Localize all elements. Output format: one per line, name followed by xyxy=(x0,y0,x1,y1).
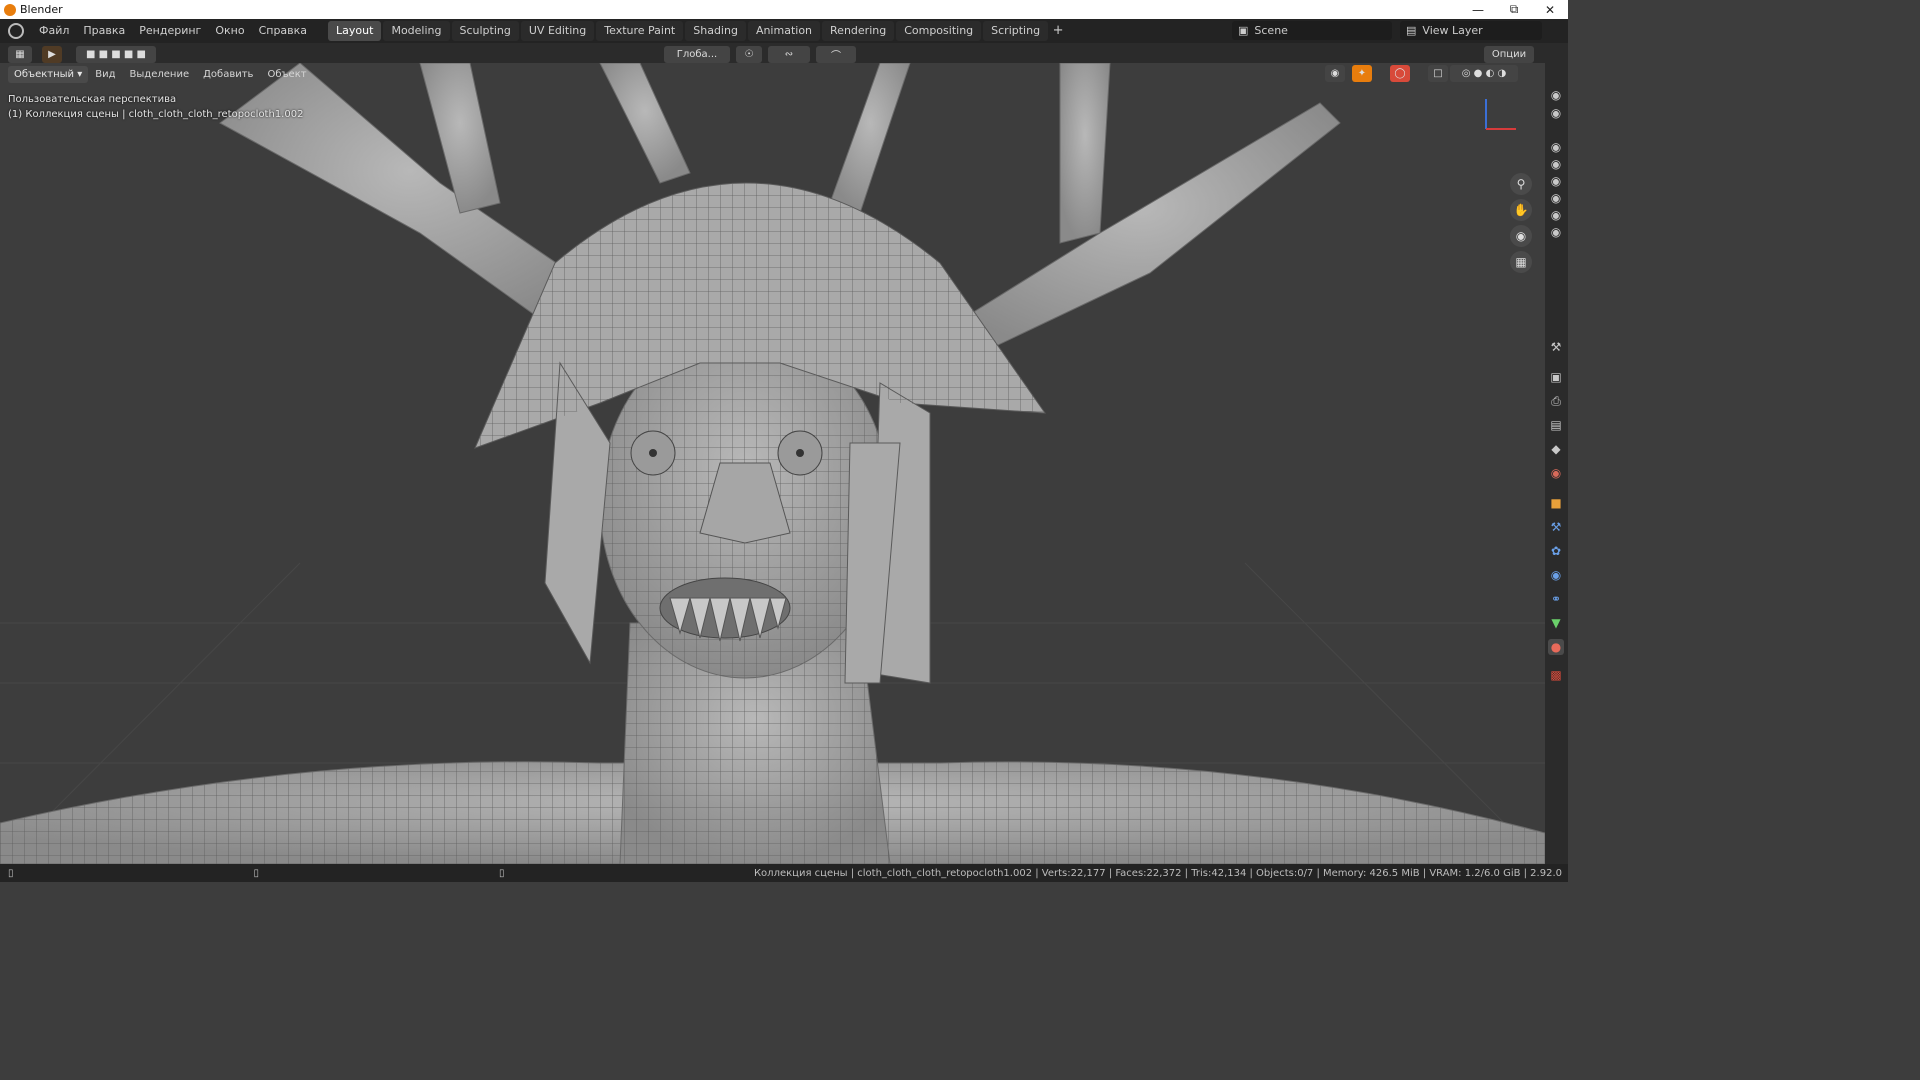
mouse-left-icon: ▯ xyxy=(8,867,14,879)
editor-type-icon[interactable]: ▦ xyxy=(8,46,32,63)
view-layer-icon[interactable]: ▤ xyxy=(1548,417,1564,433)
menu-add[interactable]: Добавить xyxy=(196,69,260,80)
object-icon[interactable]: ■ xyxy=(1548,495,1564,511)
menu-select[interactable]: Выделение xyxy=(123,69,197,80)
menu-help[interactable]: Справка xyxy=(252,19,314,43)
menu-file[interactable]: Файл xyxy=(32,19,76,43)
minimize-icon[interactable]: — xyxy=(1460,0,1496,19)
menu-render[interactable]: Рендеринг xyxy=(132,19,208,43)
right-antler xyxy=(939,102,1341,364)
tab-layout[interactable]: Layout xyxy=(328,21,382,41)
data-icon[interactable]: ▼ xyxy=(1548,615,1564,631)
zoom-icon[interactable]: ⚲ xyxy=(1510,173,1532,195)
center-antler-left xyxy=(599,63,691,184)
tab-uv-editing[interactable]: UV Editing xyxy=(520,21,595,41)
selection-mode-icons[interactable]: ■ ■ ■ ■ ■ xyxy=(76,46,156,63)
tab-sculpting[interactable]: Sculpting xyxy=(451,21,519,41)
pivot-point-icon[interactable]: ☉ xyxy=(736,46,762,63)
tab-texture-paint[interactable]: Texture Paint xyxy=(596,21,684,41)
tool-icon[interactable]: ⚒ xyxy=(1548,339,1564,355)
tool-header: ▦ ▶ ■ ■ ■ ■ ■ Глоба... ☉ ∾ ⌒ Опции xyxy=(0,43,1545,65)
view-layer-icon: ▤ xyxy=(1406,24,1417,37)
menu-window[interactable]: Окно xyxy=(208,19,251,43)
window-title: Blender xyxy=(20,3,63,16)
blender-menu-icon[interactable] xyxy=(8,23,24,39)
right-antler-branch xyxy=(1059,63,1111,244)
eye-icon[interactable]: ◉ xyxy=(1548,105,1564,121)
window-titlebar: Blender — ⧉ ✕ xyxy=(0,0,1568,19)
eye-icon[interactable]: ◉ xyxy=(1548,207,1564,223)
tab-compositing[interactable]: Compositing xyxy=(896,21,982,41)
particles-icon[interactable]: ✿ xyxy=(1548,543,1564,559)
workspace-tabs: Layout Modeling Sculpting UV Editing Tex… xyxy=(328,19,1066,43)
collection-label: (1) Коллекция сцены | cloth_cloth_cloth_… xyxy=(8,109,304,120)
blender-logo-icon xyxy=(4,3,16,16)
axis-gizmo-icon[interactable] xyxy=(1480,93,1520,133)
render-icon[interactable]: ▣ xyxy=(1548,369,1564,385)
snap-icon[interactable]: ∾ xyxy=(768,46,810,63)
close-icon[interactable]: ✕ xyxy=(1532,0,1568,19)
mouse-middle-icon: ▯ xyxy=(253,867,260,879)
maximize-icon[interactable]: ⧉ xyxy=(1496,0,1532,19)
options-label: Опции xyxy=(1491,49,1527,60)
eye-icon[interactable]: ◉ xyxy=(1548,190,1564,206)
menu-view[interactable]: Вид xyxy=(88,69,122,80)
view-layer-selector[interactable]: ▤ View Layer xyxy=(1400,21,1542,40)
texture-icon[interactable]: ▩ xyxy=(1548,667,1564,683)
camera-icon[interactable]: ◉ xyxy=(1510,225,1532,247)
world-icon[interactable]: ◉ xyxy=(1548,465,1564,481)
material-icon[interactable]: ● xyxy=(1548,639,1564,655)
view-layer-name: View Layer xyxy=(1422,24,1483,37)
mode-label: Объектный xyxy=(14,68,75,80)
eye-icon[interactable]: ◉ xyxy=(1548,173,1564,189)
orientation-label: Глоба... xyxy=(676,49,718,60)
eye-icon[interactable]: ◉ xyxy=(1548,156,1564,172)
mode-select[interactable]: Объектный ▾ xyxy=(8,65,89,83)
xray-toggle-icon[interactable]: □ xyxy=(1428,65,1448,82)
mouse-right-icon: ▯ xyxy=(499,867,505,879)
scene-statistics: Коллекция сцены | cloth_cloth_cloth_reto… xyxy=(753,867,1562,879)
scene-icon[interactable]: ◆ xyxy=(1548,441,1564,457)
mesh-model xyxy=(0,63,1545,864)
scene-selector[interactable]: ▣ Scene xyxy=(1232,21,1392,40)
eye-icon[interactable]: ◉ xyxy=(1548,224,1564,240)
tab-shading[interactable]: Shading xyxy=(685,21,746,41)
tab-rendering[interactable]: Rendering xyxy=(822,21,895,41)
center-antler-right xyxy=(829,63,911,214)
gizmo-toggle-icon[interactable]: ✦ xyxy=(1352,65,1372,82)
options-dropdown[interactable]: Опции xyxy=(1484,46,1534,63)
overlay-toggle-icon[interactable]: ◯ xyxy=(1390,65,1410,82)
viewport-header: Объектный ▾ Вид Выделение Добавить Объек… xyxy=(0,63,314,85)
scene-icon: ▣ xyxy=(1238,24,1249,37)
select-tool-icon[interactable]: ▶ xyxy=(42,46,62,63)
modifier-icon[interactable]: ⚒ xyxy=(1548,519,1564,535)
eye-icon[interactable]: ◉ xyxy=(1548,139,1564,155)
tab-modeling[interactable]: Modeling xyxy=(383,21,450,41)
physics-icon[interactable]: ◉ xyxy=(1548,567,1564,583)
properties-tab-strip: ◉ ◉ ◉ ◉ ◉ ◉ ◉ ◉ ⚒ ▣ ⎙ ▤ ◆ ◉ ■ ⚒ ✿ ◉ ⚭ ▼ … xyxy=(1545,43,1568,864)
transform-orientation-select[interactable]: Глоба... xyxy=(664,46,730,63)
output-icon[interactable]: ⎙ xyxy=(1548,393,1564,409)
visibility-icon[interactable]: ◉ xyxy=(1325,65,1345,82)
add-workspace-button[interactable]: + xyxy=(1050,22,1066,40)
status-bar: ▯ ▯ ▯ Коллекция сцены | cloth_cloth_clot… xyxy=(0,864,1568,882)
tab-animation[interactable]: Animation xyxy=(747,21,821,41)
grid-ortho-icon[interactable]: ▦ xyxy=(1510,251,1532,273)
constraints-icon[interactable]: ⚭ xyxy=(1548,591,1564,607)
proportional-edit-icon[interactable]: ⌒ xyxy=(816,46,856,63)
menu-object[interactable]: Объект xyxy=(260,69,313,80)
3d-viewport[interactable]: Объектный ▾ Вид Выделение Добавить Объек… xyxy=(0,63,1545,864)
shading-mode-icons[interactable]: ◎ ● ◐ ◑ xyxy=(1450,65,1518,82)
eye-icon[interactable]: ◉ xyxy=(1548,87,1564,103)
tab-scripting[interactable]: Scripting xyxy=(983,21,1049,41)
perspective-label: Пользовательская перспектива xyxy=(8,94,177,105)
menu-edit[interactable]: Правка xyxy=(76,19,132,43)
scene-name: Scene xyxy=(1254,24,1288,37)
pan-hand-icon[interactable]: ✋ xyxy=(1510,199,1532,221)
